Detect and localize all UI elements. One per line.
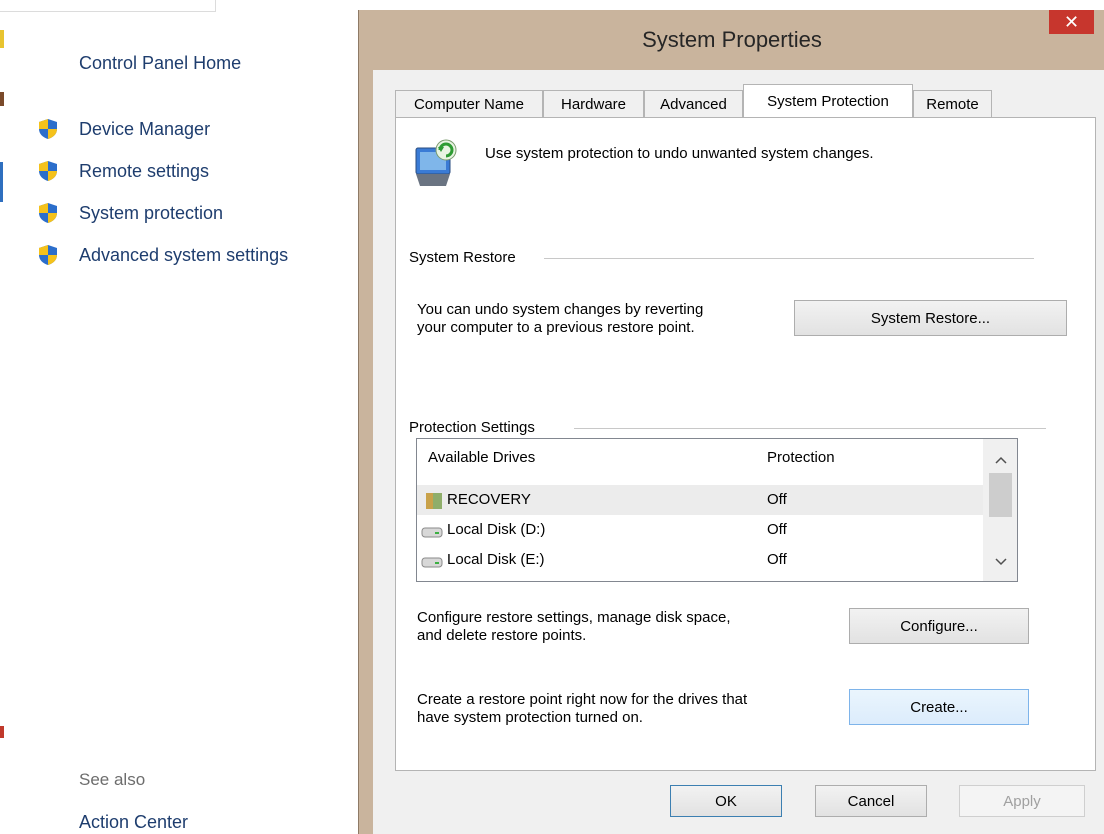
scroll-up-icon[interactable]: [983, 451, 1017, 471]
uac-shield-icon: [39, 119, 57, 139]
control-panel-home-link[interactable]: Control Panel Home: [79, 53, 241, 74]
button-label: Create...: [910, 698, 968, 716]
column-header-available-drives[interactable]: Available Drives: [428, 449, 535, 466]
button-label: Cancel: [847, 792, 895, 810]
create-button[interactable]: Create...: [849, 689, 1029, 725]
button-label: Apply: [1003, 792, 1041, 810]
available-drives-list[interactable]: Available Drives Protection RECOVERY Off: [416, 438, 1018, 582]
drive-protection: Off: [767, 521, 787, 538]
sidebar-item-system-protection[interactable]: System protection: [37, 201, 223, 225]
create-description: have system protection turned on.: [417, 709, 643, 726]
drive-row-local-disk-e[interactable]: Local Disk (E:) Off: [417, 545, 983, 575]
window-edge-mark: [0, 726, 4, 738]
configure-description: Configure restore settings, manage disk …: [417, 609, 731, 626]
drive-name: RECOVERY: [447, 491, 531, 508]
dialog-title: System Properties: [642, 27, 822, 52]
drive-list-scrollbar[interactable]: [983, 439, 1017, 581]
create-description: Create a restore point right now for the…: [417, 691, 748, 708]
uac-shield-icon: [39, 161, 57, 181]
window-edge-mark: [0, 30, 4, 48]
recovery-drive-icon: [426, 493, 442, 509]
protection-settings-group-label: Protection Settings: [409, 419, 535, 436]
sidebar-item-remote-settings[interactable]: Remote settings: [37, 159, 209, 183]
window-edge-mark: [0, 92, 4, 106]
toolbar-edge: [215, 0, 355, 12]
drive-protection: Off: [767, 491, 787, 508]
hard-disk-icon: [421, 557, 443, 568]
sidebar-item-label: Advanced system settings: [79, 244, 289, 265]
sidebar-item-label: Remote settings: [79, 160, 210, 181]
tab-hardware[interactable]: Hardware: [543, 90, 644, 117]
tab-label: System Protection: [767, 92, 889, 110]
ok-button[interactable]: OK: [670, 785, 782, 817]
cancel-button[interactable]: Cancel: [815, 785, 927, 817]
uac-shield-icon: [39, 203, 57, 223]
sidebar-item-device-manager[interactable]: Device Manager: [37, 117, 210, 141]
drive-row-recovery[interactable]: RECOVERY Off: [417, 485, 983, 515]
system-properties-dialog: System Properties ✕ Computer Name Hardwa…: [358, 10, 1104, 834]
tab-label: Advanced: [660, 95, 727, 113]
sidebar-item-label: Device Manager: [79, 118, 211, 139]
sidebar-item-advanced-system-settings[interactable]: Advanced system settings: [37, 243, 288, 267]
intro-text: Use system protection to undo unwanted s…: [485, 145, 874, 162]
close-button[interactable]: ✕: [1049, 10, 1094, 34]
drive-row-local-disk-d[interactable]: Local Disk (D:) Off: [417, 515, 983, 545]
hard-disk-icon: [421, 527, 443, 538]
configure-description: and delete restore points.: [417, 627, 587, 644]
system-restore-group-label: System Restore: [409, 249, 516, 266]
uac-shield-icon: [39, 245, 57, 265]
scroll-thumb[interactable]: [989, 473, 1012, 517]
system-restore-description: your computer to a previous restore poin…: [417, 319, 695, 336]
group-divider: [544, 258, 1034, 259]
window-edge-mark: [0, 162, 3, 202]
group-divider: [574, 428, 1046, 429]
action-center-link[interactable]: Action Center: [79, 812, 188, 833]
control-panel-sidebar: Control Panel Home Device Manager Remote…: [0, 0, 352, 834]
system-protection-panel: Use system protection to undo unwanted s…: [395, 117, 1096, 771]
column-header-protection[interactable]: Protection: [767, 449, 835, 466]
drive-name: Local Disk (D:): [447, 521, 546, 538]
address-bar-edge: [0, 0, 215, 12]
system-protection-icon: [415, 139, 457, 186]
system-restore-button[interactable]: System Restore...: [794, 300, 1067, 336]
tab-system-protection[interactable]: System Protection: [743, 84, 913, 117]
tab-label: Remote: [926, 95, 979, 113]
scroll-down-icon[interactable]: [983, 553, 1017, 573]
button-label: Configure...: [900, 617, 978, 635]
see-also-heading: See also: [79, 770, 146, 789]
close-icon: ✕: [1063, 11, 1080, 32]
button-label: System Restore...: [870, 309, 991, 327]
tab-label: Hardware: [560, 95, 627, 113]
configure-button[interactable]: Configure...: [849, 608, 1029, 644]
button-label: OK: [715, 792, 737, 810]
tab-label: Computer Name: [413, 95, 525, 113]
sidebar-item-label: System protection: [79, 202, 224, 223]
drive-name: Local Disk (E:): [447, 551, 545, 568]
system-restore-description: You can undo system changes by reverting: [417, 301, 704, 318]
tab-advanced[interactable]: Advanced: [644, 90, 743, 117]
tab-computer-name[interactable]: Computer Name: [395, 90, 543, 117]
tab-remote[interactable]: Remote: [913, 90, 992, 117]
apply-button[interactable]: Apply: [959, 785, 1085, 817]
drive-protection: Off: [767, 551, 787, 568]
dialog-body: Computer Name Hardware Advanced System P…: [373, 70, 1104, 834]
